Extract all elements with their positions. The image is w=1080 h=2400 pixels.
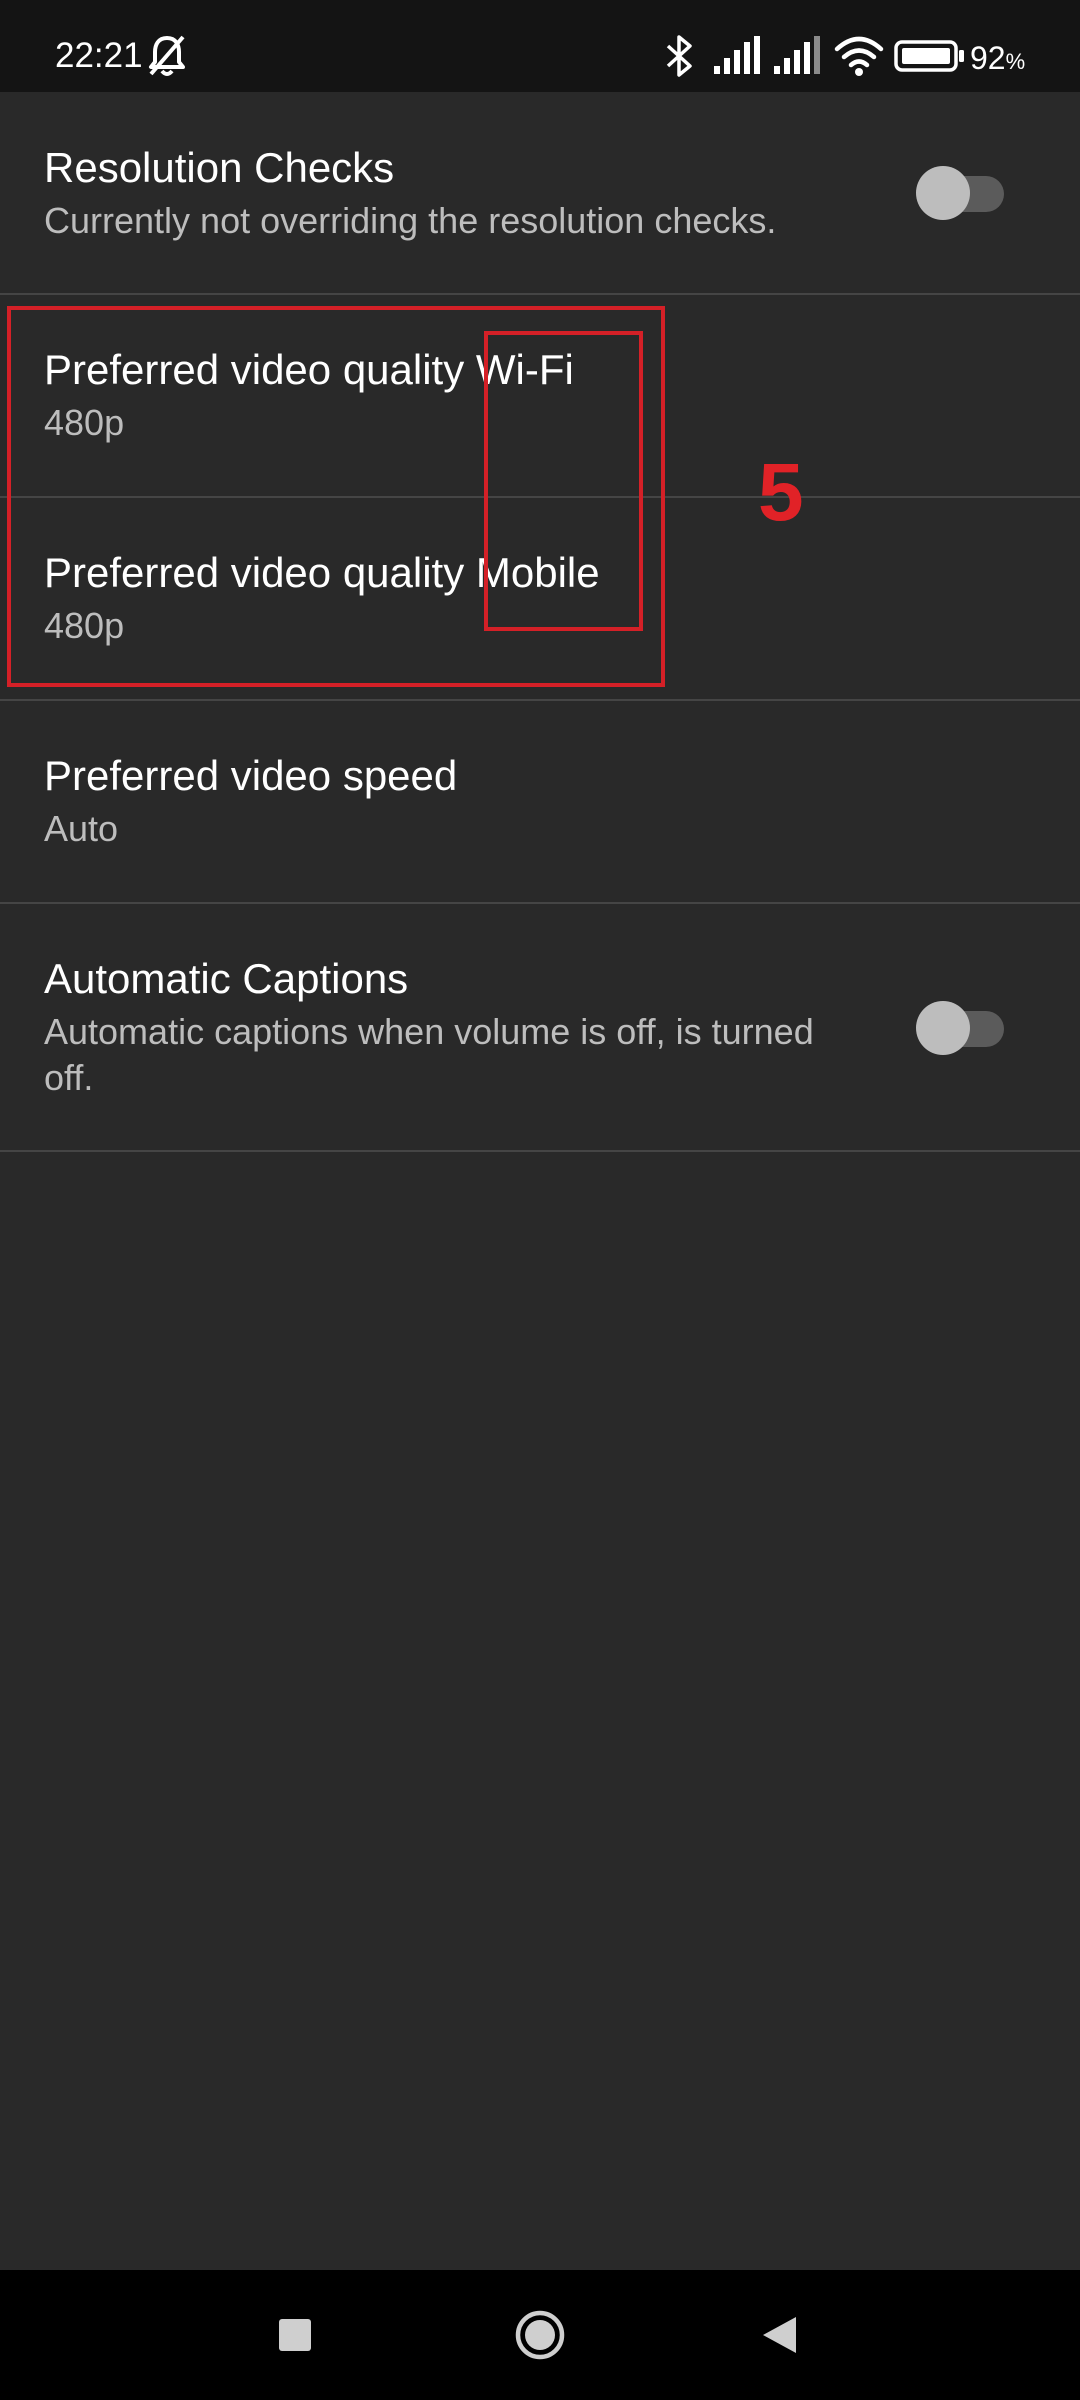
battery-percentage: 92% (970, 40, 1026, 76)
setting-summary: Auto (44, 808, 119, 849)
setting-summary: Automatic captions when volume is off, i… (44, 1011, 814, 1098)
annotation-label: 5 (758, 447, 804, 538)
recents-square-icon[interactable] (258, 2298, 332, 2372)
setting-title: Preferred video speed (44, 752, 458, 799)
signal-icon (714, 36, 760, 74)
setting-video-speed[interactable]: Preferred video speed Auto (0, 701, 1080, 901)
signal-icon (774, 36, 820, 74)
toggle-thumb (916, 166, 970, 220)
setting-resolution-checks[interactable]: Resolution Checks Currently not overridi… (0, 92, 1080, 294)
status-bar: 22:21 92% (0, 0, 1080, 92)
automatic-captions-toggle[interactable] (916, 1001, 1006, 1055)
setting-title: Automatic Captions (44, 955, 409, 1002)
setting-summary: Currently not overriding the resolution … (44, 200, 777, 241)
resolution-checks-toggle[interactable] (916, 166, 1006, 220)
wifi-icon (834, 36, 884, 76)
toggle-thumb (916, 1001, 970, 1055)
bluetooth-icon (666, 35, 692, 77)
back-triangle-icon[interactable] (744, 2298, 818, 2372)
navigation-bar (0, 2270, 1080, 2400)
battery-icon (894, 40, 964, 72)
home-circle-icon[interactable] (503, 2298, 577, 2372)
setting-title: Resolution Checks (44, 144, 395, 191)
status-time: 22:21 (55, 36, 143, 75)
annotation-inner-box (484, 331, 643, 631)
bell-off-icon (149, 35, 185, 76)
divider (0, 1150, 1080, 1152)
setting-automatic-captions[interactable]: Automatic Captions Automatic captions wh… (0, 904, 1080, 1150)
